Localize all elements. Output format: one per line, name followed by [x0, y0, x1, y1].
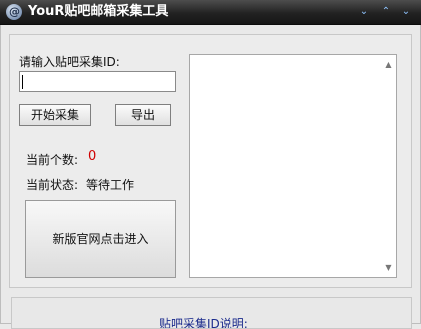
result-textarea[interactable]: ▲ ▼: [189, 54, 397, 278]
id-instructions-title: 贴吧采集ID说明:: [159, 317, 248, 329]
scroll-down-icon[interactable]: ▼: [384, 263, 393, 272]
count-label: 当前个数:: [26, 153, 79, 167]
text-caret: [22, 75, 23, 89]
app-logo-icon: [6, 4, 22, 20]
close-button[interactable]: ⌄: [399, 5, 413, 19]
vertical-scrollbar[interactable]: ▲ ▼: [381, 55, 396, 277]
official-site-button[interactable]: 新版官网点击进入: [25, 200, 176, 278]
window-title: YouR贴吧邮箱采集工具: [28, 4, 169, 19]
export-button[interactable]: 导出: [115, 104, 171, 126]
status-label: 当前状态:: [26, 178, 79, 192]
instructions-panel: 贴吧采集ID说明:: [11, 297, 412, 329]
tieba-id-input[interactable]: [19, 71, 176, 92]
maximize-button[interactable]: ⌃: [379, 5, 393, 19]
title-bar: YouR贴吧邮箱采集工具 ⌄ ⌃ ⌄: [0, 0, 421, 25]
id-label: 请输入贴吧采集ID:: [19, 55, 120, 69]
status-value: 等待工作: [86, 178, 135, 192]
count-value: 0: [88, 149, 97, 164]
start-collect-button[interactable]: 开始采集: [19, 104, 91, 126]
minimize-button[interactable]: ⌄: [357, 5, 371, 19]
scroll-up-icon[interactable]: ▲: [384, 60, 393, 69]
